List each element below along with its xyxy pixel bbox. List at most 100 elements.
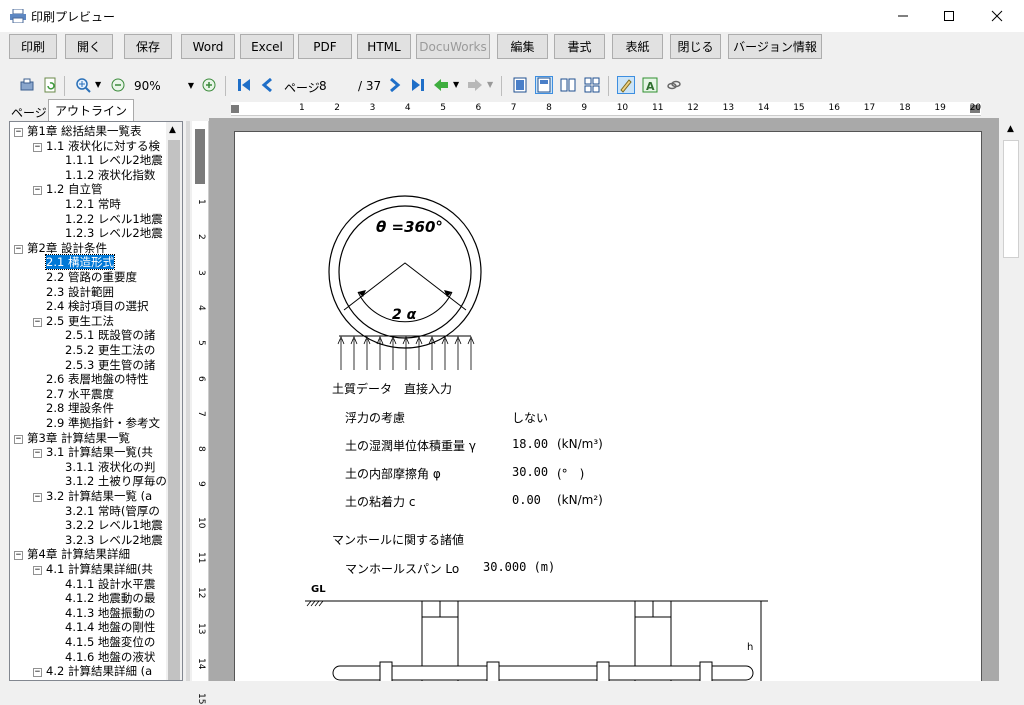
collapse-toggle-icon[interactable]: −: [14, 434, 23, 444]
tree-item[interactable]: −1.2 自立管: [33, 182, 102, 197]
tree-item[interactable]: −2.5 更生工法: [33, 314, 114, 329]
tree-item[interactable]: 2.5.3 更生管の諸: [65, 358, 155, 373]
tree-item[interactable]: 3.2.3 レベル2地震: [65, 533, 163, 548]
tree-item[interactable]: 1.1.1 レベル2地震: [65, 153, 163, 168]
zoom-select[interactable]: 90% ▼: [134, 79, 196, 95]
print-button[interactable]: 印刷: [9, 34, 57, 59]
tree-item[interactable]: 2.8 埋設条件: [46, 401, 114, 416]
single-page-view-icon[interactable]: [511, 76, 529, 94]
zoom-out-icon[interactable]: [109, 76, 127, 94]
back-arrow-icon[interactable]: [432, 76, 450, 94]
forward-arrow-icon[interactable]: [466, 76, 484, 94]
preview-scroll-thumb[interactable]: [1003, 140, 1019, 258]
tree-item[interactable]: −3.2 計算結果一覧 (a: [33, 489, 152, 504]
format-button[interactable]: 書式: [554, 34, 605, 59]
tree-item[interactable]: 2.5.2 更生工法の: [65, 343, 155, 358]
page-number-input[interactable]: 8: [319, 79, 355, 93]
tree-item[interactable]: 2.5.1 既設管の諸: [65, 328, 155, 343]
tree-item[interactable]: 4.1.3 地盤振動の: [65, 606, 155, 621]
outline-scroll-thumb[interactable]: [168, 140, 180, 680]
tree-item[interactable]: −4.2 計算結果詳細 (a: [33, 664, 152, 679]
four-page-view-icon[interactable]: [583, 76, 601, 94]
collapse-toggle-icon[interactable]: −: [33, 186, 42, 196]
docuworks-button[interactable]: DocuWorks: [416, 34, 490, 59]
tree-item[interactable]: 2.3 設計範囲: [46, 285, 114, 300]
tree-item[interactable]: 4.1.1 設計水平震: [65, 577, 155, 592]
page-setup-icon[interactable]: [18, 76, 36, 94]
preview-area[interactable]: θ =360° 2 α 土質データ 直接入力 浮力の考慮 しない 土の湿潤単位体積重…: [209, 118, 999, 681]
text-tool-icon[interactable]: A: [641, 76, 659, 94]
outline-scrollbar[interactable]: ▲: [166, 122, 182, 680]
link-tool-icon[interactable]: [665, 76, 683, 94]
preview-vertical-scrollbar[interactable]: ▲: [999, 118, 1024, 681]
tree-item[interactable]: − 第1章 総括結果一覧表: [14, 124, 141, 139]
two-page-view-icon[interactable]: [559, 76, 577, 94]
tree-item[interactable]: − 第3章 計算結果一覧: [14, 431, 130, 446]
tree-item[interactable]: 2.7 水平震度: [46, 387, 114, 402]
tree-item[interactable]: − 第2章 設計条件: [14, 241, 107, 256]
forward-history-dropdown-icon[interactable]: ▼: [487, 80, 493, 89]
zoom-in-icon[interactable]: [74, 76, 92, 94]
collapse-toggle-icon[interactable]: −: [33, 493, 42, 502]
tree-item[interactable]: 2.2 管路の重要度: [46, 270, 137, 285]
tree-item[interactable]: 1.2.1 常時: [65, 197, 121, 212]
tree-item[interactable]: 4.1.5 地盤変位の: [65, 635, 155, 650]
word-button[interactable]: Word: [181, 34, 235, 59]
panel-splitter[interactable]: [186, 121, 190, 681]
collapse-toggle-icon[interactable]: −: [33, 317, 42, 327]
last-page-icon[interactable]: [409, 76, 427, 94]
collapse-toggle-icon[interactable]: −: [33, 668, 42, 678]
tree-item[interactable]: −3.1 計算結果一覧(共: [33, 445, 153, 460]
cover-button[interactable]: 表紙: [612, 34, 663, 59]
minimize-button[interactable]: [880, 0, 926, 32]
tree-item[interactable]: −4.1 計算結果詳細(共: [33, 562, 153, 577]
tree-item[interactable]: 1.2.3 レベル2地震: [65, 226, 163, 241]
tree-item[interactable]: 1.2.2 レベル1地震: [65, 212, 163, 227]
edit-button[interactable]: 編集: [497, 34, 548, 59]
tree-item[interactable]: 4.1.6 地盤の液状: [65, 650, 155, 665]
fit-page-view-icon[interactable]: [535, 76, 553, 94]
tab-page[interactable]: ページ: [4, 101, 54, 121]
html-button[interactable]: HTML: [357, 34, 411, 59]
tree-item[interactable]: 4.1.4 地盤の剛性: [65, 620, 155, 635]
scroll-up-icon[interactable]: ▲: [1007, 124, 1014, 134]
collapse-toggle-icon[interactable]: −: [14, 128, 23, 137]
load-arrows: [337, 335, 475, 370]
collapse-toggle-icon[interactable]: −: [33, 566, 42, 575]
next-page-icon[interactable]: [386, 76, 404, 94]
save-button[interactable]: 保存: [124, 34, 172, 59]
collapse-toggle-icon[interactable]: −: [33, 142, 42, 152]
close-preview-button[interactable]: 閉じる: [670, 34, 721, 59]
outline-tree[interactable]: − 第1章 総括結果一覧表 −1.1 液状化に対する検 1.1.1 レベル2地震 1.1…: [9, 121, 183, 681]
zoom-increase-icon[interactable]: [200, 76, 218, 94]
pen-tool-icon[interactable]: [617, 76, 635, 94]
tree-item[interactable]: 3.1.2 土被り厚毎の: [65, 474, 166, 489]
version-info-button[interactable]: バージョン情報: [728, 34, 822, 59]
tab-outline[interactable]: アウトライン: [48, 99, 135, 121]
refresh-icon[interactable]: [41, 76, 59, 94]
tree-item[interactable]: 1.1.2 液状化指数: [65, 168, 155, 183]
tree-item[interactable]: 2.9 準拠指針・参考文: [46, 416, 160, 431]
pdf-button[interactable]: PDF: [298, 34, 352, 59]
tree-item[interactable]: − 第4章 計算結果詳細: [14, 547, 130, 562]
first-page-icon[interactable]: [235, 76, 253, 94]
close-window-button[interactable]: [974, 0, 1020, 32]
tree-item[interactable]: 4.1.2 地震動の最: [65, 591, 155, 606]
tree-item[interactable]: 2.1 構造形式: [45, 254, 115, 271]
collapse-toggle-icon[interactable]: −: [33, 449, 42, 459]
tree-item[interactable]: −1.1 液状化に対する検: [33, 139, 160, 154]
previous-page-icon[interactable]: [258, 76, 276, 94]
maximize-button[interactable]: [926, 0, 972, 32]
collapse-toggle-icon[interactable]: −: [14, 551, 23, 561]
tree-item[interactable]: 3.1.1 液状化の判: [65, 460, 155, 475]
open-button[interactable]: 開く: [65, 34, 113, 59]
collapse-toggle-icon[interactable]: −: [14, 244, 23, 254]
back-history-dropdown-icon[interactable]: ▼: [453, 80, 459, 89]
tree-item[interactable]: 3.2.1 常時(管厚の: [65, 504, 160, 519]
zoom-dropdown-arrow-icon[interactable]: ▼: [95, 80, 101, 89]
tree-item[interactable]: 2.4 検討項目の選択: [46, 299, 148, 314]
tree-item[interactable]: 2.6 表層地盤の特性: [46, 372, 148, 387]
excel-button[interactable]: Excel: [240, 34, 294, 59]
scroll-up-icon[interactable]: ▲: [169, 125, 176, 135]
tree-item[interactable]: 3.2.2 レベル1地震: [65, 518, 163, 533]
